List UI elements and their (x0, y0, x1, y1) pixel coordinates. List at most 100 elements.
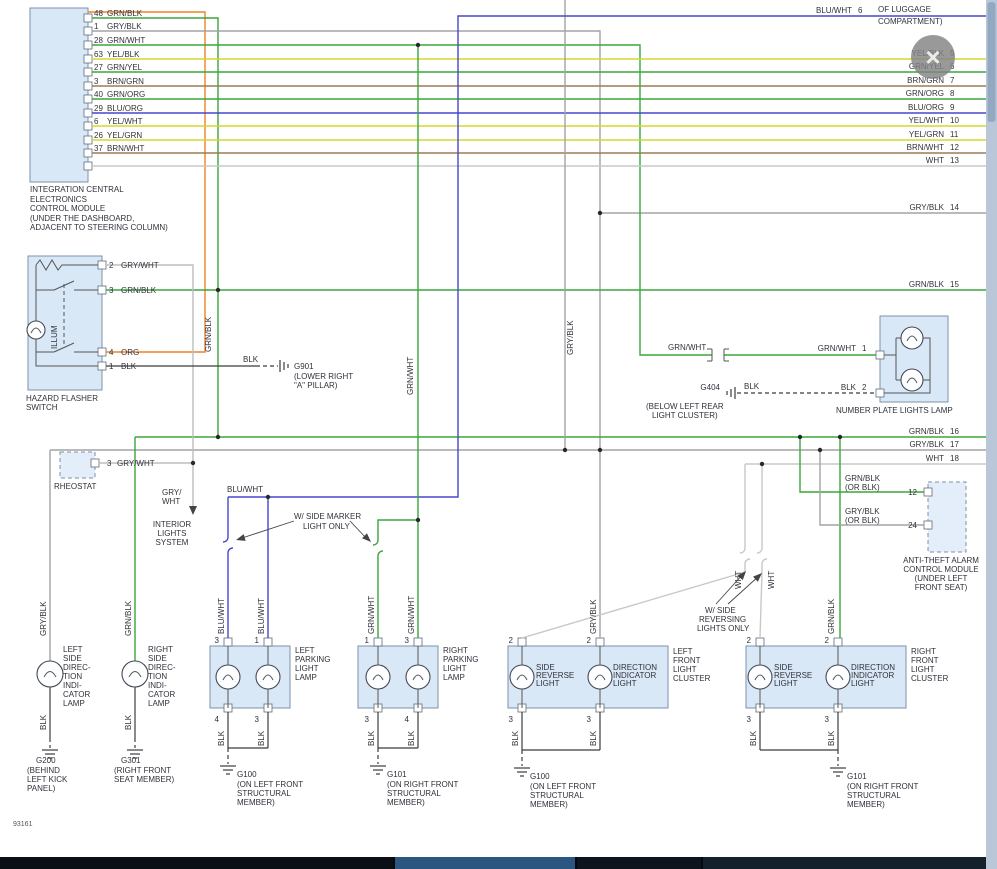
taskbar-segment[interactable] (703, 857, 986, 869)
pin-num: 3 (587, 715, 592, 724)
anti-theft-caption: CONTROL MODULE (903, 565, 978, 574)
wire-label: GRY/BLK (39, 601, 48, 636)
ground-name: G101 (847, 772, 867, 781)
ground-location: (ON LEFT FRONT (237, 780, 303, 789)
pin-num: 29 (94, 104, 103, 113)
component-caption: LIGHT (673, 665, 697, 674)
pin-num: 3 (215, 636, 220, 645)
ground-location: MEMBER) (847, 800, 885, 809)
integration-module-box (30, 8, 88, 182)
side-marker-note: LIGHT ONLY (303, 522, 350, 531)
wire-label: BLK (367, 730, 376, 746)
pin-num: 17 (950, 440, 959, 449)
component-caption: LEFT (673, 647, 693, 656)
scrollbar-thumb[interactable] (988, 2, 996, 122)
pin-num: 3 (747, 715, 752, 724)
pin-num: 3 (365, 715, 370, 724)
pin-num: 2 (109, 261, 114, 270)
component-caption: LIGHT (295, 664, 319, 673)
wire-label: BLU/WHT (217, 598, 226, 634)
component-caption: CLUSTER (911, 674, 949, 683)
pin-num: 18 (950, 454, 959, 463)
wire-label: WHT (926, 156, 944, 165)
pin-num: 28 (94, 36, 103, 45)
side-marker-note: W/ SIDE MARKER (294, 512, 361, 521)
rheostat-box (60, 452, 95, 478)
wire-label: GRN/WHT (406, 357, 415, 395)
wire-label: BLK (121, 362, 137, 371)
anti-theft-caption: ANTI-THEFT ALARM (903, 556, 979, 565)
wire-label: GRN/YEL (107, 63, 143, 72)
pin-num: 2 (825, 636, 830, 645)
pin-num: 3 (94, 77, 99, 86)
wire-label: BLK (243, 355, 259, 364)
ground-name: G101 (387, 770, 407, 779)
wire-label: BLU/WHT (816, 6, 852, 15)
ground-location: MEMBER) (387, 798, 425, 807)
wire-label: BRN/WHT (107, 144, 144, 153)
ground-name: G100 (237, 770, 257, 779)
wire-label: GRY/WHT (117, 459, 155, 468)
wire-label: BLK (257, 730, 266, 746)
component-caption: LAMP (63, 699, 85, 708)
pin-num: 6 (94, 117, 99, 126)
ground-location: MEMBER) (530, 800, 568, 809)
pin-num: 4 (215, 715, 220, 724)
ground-location: STRUCTURAL (387, 789, 441, 798)
component-caption: SIDE (148, 654, 167, 663)
close-button[interactable]: × (911, 35, 955, 79)
doc-number: 93161 (13, 821, 33, 828)
wire-label: BLK (124, 714, 133, 730)
wire-label: BLK (407, 730, 416, 746)
component-caption: DIREC- (148, 663, 176, 672)
component-caption: RIGHT (443, 646, 468, 655)
component-caption: RIGHT (911, 647, 936, 656)
component-caption: CLUSTER (673, 674, 711, 683)
wire-label: YEL/WHT (908, 116, 944, 125)
component-caption: RIGHT (148, 645, 173, 654)
pin-num: 7 (950, 76, 955, 85)
wire-label: GRN/BLK (909, 427, 945, 436)
scrollbar-track[interactable] (986, 0, 997, 869)
wire-label: GRN/WHT (407, 596, 416, 634)
pin-num: 1 (365, 636, 370, 645)
wire-label: BLK (39, 714, 48, 730)
component-caption: SIDE (63, 654, 82, 663)
component-caption: LAMP (295, 673, 317, 682)
illum-label: ILLUM (50, 325, 59, 349)
component-caption: TION (148, 672, 167, 681)
module-caption: ELECTRONICS (30, 195, 87, 204)
component-caption: DIREC- (63, 663, 91, 672)
wire-label: YEL/GRN (909, 130, 944, 139)
wire-label: YEL/GRN (107, 131, 142, 140)
component-caption: CATOR (63, 690, 90, 699)
ground-location: (RIGHT FRONT (114, 766, 171, 775)
taskbar-segment[interactable] (0, 857, 393, 869)
number-plate-lamp1-icon (901, 327, 923, 349)
anti-theft-caption: FRONT SEAT) (915, 583, 968, 592)
close-icon[interactable]: × (925, 42, 940, 72)
component-caption: LEFT (63, 645, 83, 654)
pin-num: 24 (908, 521, 917, 530)
wire-label: GRY/BLK (845, 507, 880, 516)
ground-location: (ON LEFT FRONT (530, 782, 596, 791)
taskbar-segment[interactable] (395, 857, 575, 869)
component-caption: INDI- (148, 681, 167, 690)
wire-label: GRN/ORG (906, 89, 944, 98)
wire-label: GRY/ (162, 488, 182, 497)
taskbar-segment[interactable] (577, 857, 701, 869)
ground-name: G901 (294, 362, 314, 371)
lamp-caption: LIGHT (774, 679, 798, 688)
pin-num: 40 (94, 90, 103, 99)
wire-label: GRN/BLK (909, 280, 945, 289)
ground-name: G200 (36, 756, 56, 765)
taskbar[interactable] (0, 857, 986, 869)
scrollbar[interactable] (986, 0, 997, 869)
pin-num: 3 (825, 715, 830, 724)
pin-num: 4 (109, 348, 114, 357)
wire-label: WHT (734, 571, 743, 589)
wire-label: WHT (162, 497, 180, 506)
pin-num: 3 (509, 715, 514, 724)
wire-label: GRN/WHT (367, 596, 376, 634)
pin-num: 4 (405, 715, 410, 724)
